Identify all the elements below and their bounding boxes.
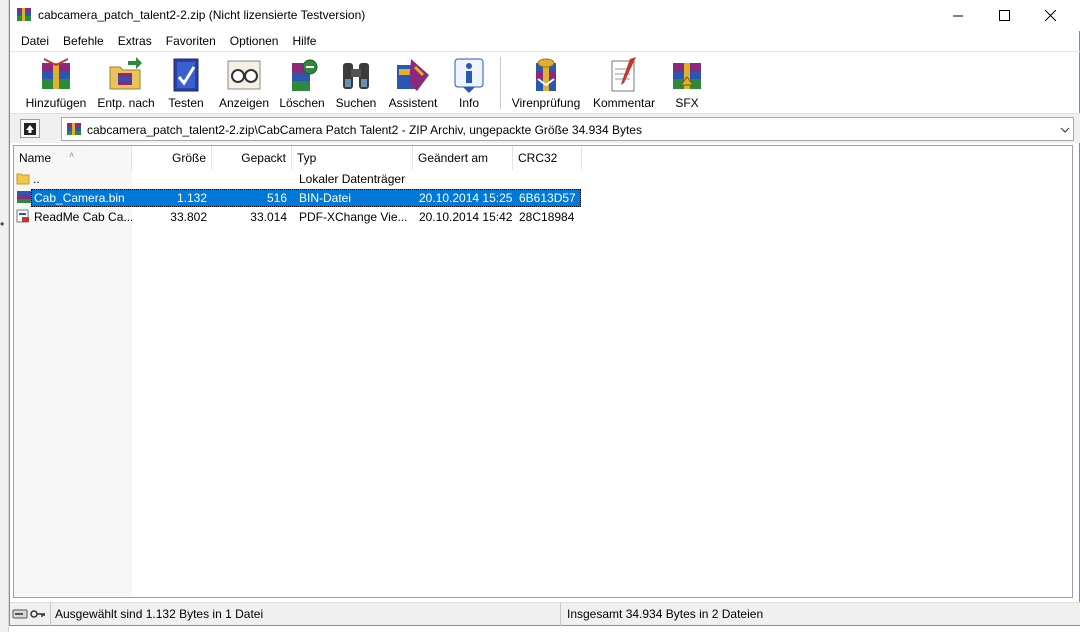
view-button[interactable]: Anzeigen (216, 55, 272, 113)
row-crc32: 6B613D57 (519, 191, 576, 205)
archive-icon (66, 122, 82, 139)
desktop-background: • (0, 0, 9, 632)
drive-key-icon (12, 608, 46, 623)
menu-optionen[interactable]: Optionen (223, 31, 286, 51)
row-size: 33.802 (170, 210, 207, 224)
winrar-window: cabcamera_patch_talent2-2.zip (Nicht liz… (9, 0, 1080, 626)
file-list[interactable]: Name ˄ Größe Gepackt Typ Geändert am CRC… (13, 145, 1073, 598)
table-row[interactable]: .. Lokaler Datenträger (14, 170, 1072, 188)
column-packed-label: Gepackt (241, 151, 286, 165)
wizard-button[interactable]: Assistent (384, 55, 442, 113)
find-label: Suchen (335, 96, 377, 110)
table-row-selected[interactable]: Cab_Camera.bin 1.132 516 BIN-Datei 20.10… (14, 189, 1072, 207)
info-button[interactable]: Info (450, 55, 488, 113)
comment-icon (604, 55, 644, 95)
row-packed: 516 (266, 191, 287, 205)
extract-button[interactable]: Entp. nach (95, 55, 157, 113)
wizard-icon (393, 55, 433, 95)
column-type[interactable]: Typ (292, 146, 413, 170)
info-icon (449, 55, 489, 95)
row-modified: 20.10.2014 15:25 (419, 191, 513, 205)
column-crc32-label: CRC32 (518, 151, 558, 165)
address-bar: cabcamera_patch_talent2-2.zip\CabCamera … (10, 113, 1080, 143)
row-type: BIN-Datei (299, 191, 352, 205)
column-modified[interactable]: Geändert am (413, 146, 513, 170)
column-packed[interactable]: Gepackt (212, 146, 292, 170)
column-name[interactable]: Name ˄ (14, 146, 132, 170)
add-archive-icon (36, 55, 76, 95)
sfx-button[interactable]: SFX (667, 55, 707, 113)
menu-favoriten[interactable]: Favoriten (159, 31, 223, 51)
sfx-label: SFX (675, 96, 699, 110)
archive-path: cabcamera_patch_talent2-2.zip\CabCamera … (87, 123, 642, 137)
extract-label: Entp. nach (97, 96, 155, 110)
test-button[interactable]: Testen (162, 55, 210, 113)
path-combobox[interactable]: cabcamera_patch_talent2-2.zip\CabCamera … (61, 117, 1074, 141)
up-arrow-icon (24, 122, 36, 135)
test-check-icon (166, 55, 206, 95)
desktop-fragment: • (0, 217, 5, 231)
chevron-down-icon[interactable] (1060, 124, 1070, 138)
winrar-app-icon (16, 7, 32, 26)
window-title: cabcamera_patch_talent2-2.zip (Nicht liz… (38, 8, 366, 22)
column-crc32[interactable]: CRC32 (513, 146, 582, 170)
table-row[interactable]: ReadMe Cab Ca... 33.802 33.014 PDF-XChan… (14, 208, 1072, 226)
menu-datei[interactable]: Datei (14, 31, 56, 51)
row-type: Lokaler Datenträger (299, 172, 406, 186)
column-modified-label: Geändert am (418, 151, 489, 165)
add-button[interactable]: Hinzufügen (23, 55, 89, 113)
virus-scan-label: Virenprüfung (511, 96, 581, 110)
info-label: Info (458, 96, 479, 110)
status-total: Insgesamt 34.934 Bytes in 2 Dateien (560, 603, 1070, 626)
column-header: Name ˄ Größe Gepackt Typ Geändert am CRC… (14, 146, 1072, 170)
extract-folder-icon (106, 55, 146, 95)
minimize-button[interactable] (935, 0, 981, 31)
test-label: Testen (168, 96, 204, 110)
row-name: Cab_Camera.bin (34, 191, 125, 205)
row-size: 1.132 (176, 191, 207, 205)
column-name-label: Name (19, 151, 52, 165)
status-selection: Ausgewählt sind 1.132 Bytes in 1 Datei (50, 603, 560, 626)
comment-label: Kommentar (592, 96, 656, 110)
menu-hilfe[interactable]: Hilfe (285, 31, 323, 51)
row-packed: 33.014 (250, 210, 287, 224)
virus-scan-icon (526, 55, 566, 95)
toolbar-separator (500, 57, 501, 109)
folder-up-icon (16, 171, 30, 188)
menu-extras[interactable]: Extras (111, 31, 159, 51)
delete-icon (282, 55, 322, 95)
find-button[interactable]: Suchen (332, 55, 380, 113)
close-button[interactable] (1027, 0, 1073, 31)
row-name: ReadMe Cab Ca... (34, 210, 132, 224)
delete-label: Löschen (279, 96, 325, 110)
column-size-label: Größe (171, 151, 206, 165)
up-folder-button[interactable] (20, 119, 40, 138)
sfx-icon (667, 55, 707, 95)
menu-befehle[interactable]: Befehle (56, 31, 111, 51)
view-label: Anzeigen (218, 96, 270, 110)
row-name: .. (33, 172, 40, 186)
title-bar[interactable]: cabcamera_patch_talent2-2.zip (Nicht liz… (10, 0, 1080, 31)
pdf-file-icon (16, 209, 30, 226)
comment-button[interactable]: Kommentar (591, 55, 657, 113)
delete-button[interactable]: Löschen (276, 55, 328, 113)
row-type: PDF-XChange Vie... (299, 210, 408, 224)
menu-bar: Datei Befehle Extras Favoriten Optionen … (10, 31, 1080, 51)
maximize-button[interactable] (981, 0, 1027, 31)
view-glasses-icon (224, 55, 264, 95)
add-label: Hinzufügen (25, 96, 87, 110)
column-type-label: Typ (297, 151, 317, 165)
wizard-label: Assistent (388, 96, 438, 110)
find-binoculars-icon (336, 55, 376, 95)
toolbar: Hinzufügen Entp. nach Testen Anzeigen Lö… (10, 51, 1080, 113)
status-bar: Ausgewählt sind 1.132 Bytes in 1 Datei I… (10, 602, 1080, 626)
sort-ascending-icon: ˄ (69, 150, 75, 160)
row-modified: 20.10.2014 15:42 (419, 210, 513, 224)
virus-scan-button[interactable]: Virenprüfung (509, 55, 583, 113)
column-size[interactable]: Größe (132, 146, 212, 170)
row-crc32: 28C18984 (519, 210, 575, 224)
archive-file-icon (16, 190, 32, 207)
